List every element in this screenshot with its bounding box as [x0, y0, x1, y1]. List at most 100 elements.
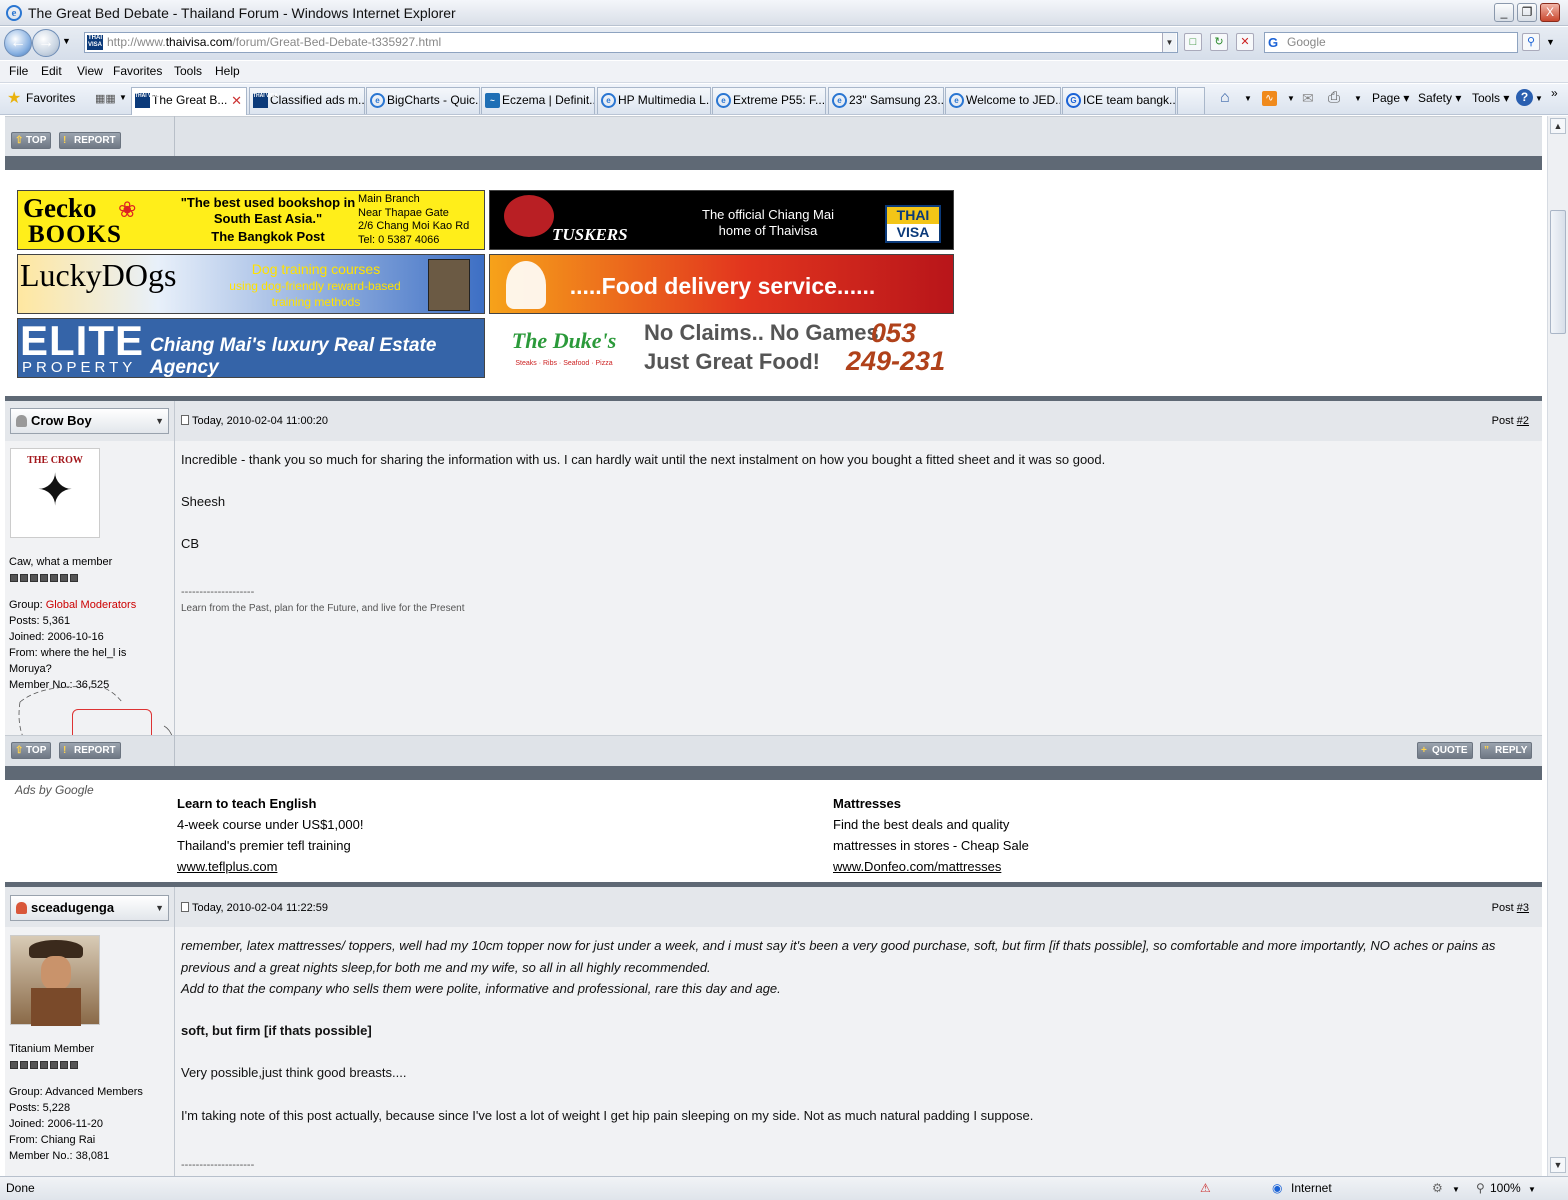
scroll-thumb[interactable]: [1550, 210, 1566, 334]
maximize-button[interactable]: ❐: [1517, 3, 1537, 22]
rss-feed-icon[interactable]: ∿: [1262, 91, 1277, 106]
badge-bottom: VISA: [896, 224, 930, 240]
print-icon[interactable]: ⎙: [1328, 89, 1340, 106]
tuskers-ad[interactable]: TUSKERS The official Chiang Mai home of …: [489, 190, 954, 250]
safety-menu[interactable]: Safety ▾: [1418, 91, 1461, 105]
username: Crow Boy: [31, 413, 92, 428]
protected-mode-icon[interactable]: ⚙: [1432, 1181, 1443, 1195]
tab-eczema[interactable]: ~ Eczema | Definit...: [481, 87, 595, 114]
back-button[interactable]: ←: [4, 29, 32, 57]
gecko-books-ad[interactable]: Gecko ❀ BOOKS "The best used bookshop in…: [17, 190, 485, 250]
help-dropdown-icon[interactable]: ▼: [1535, 94, 1543, 103]
elite-property-ad[interactable]: ELITE PROPERTY Chiang Mai's luxury Real …: [17, 318, 485, 378]
tools-menu[interactable]: Tools ▾: [1472, 91, 1509, 105]
refresh-icon[interactable]: ↻: [1210, 33, 1228, 51]
tab-classified-ads[interactable]: THAI VISA Classified ads m...: [249, 87, 365, 114]
status-text: Done: [6, 1181, 35, 1195]
lucky-dogs-ad[interactable]: LuckyDOgs Dog training courses using dog…: [17, 254, 485, 314]
vertical-scrollbar[interactable]: ▲ ▼: [1547, 116, 1568, 1176]
dukes-ad[interactable]: The Duke's Steaks · Ribs · Seafood · Piz…: [489, 318, 954, 378]
address-line: Main Branch: [358, 193, 420, 205]
tab-welcome-jed[interactable]: e Welcome to JED...: [945, 87, 1061, 114]
ads-by-google-label[interactable]: Ads by Google: [15, 783, 94, 797]
search-options-icon[interactable]: ▼: [1546, 37, 1555, 47]
toolbar-overflow-icon[interactable]: »: [1551, 86, 1558, 100]
feed-dropdown-icon[interactable]: ▼: [1287, 94, 1295, 103]
post-date-text: Today, 2010-02-04 11:00:20: [192, 415, 328, 427]
quote-mark-icon: ”: [1484, 745, 1489, 756]
zoom-level[interactable]: 100%: [1490, 1181, 1521, 1195]
compatibility-view-icon[interactable]: □: [1184, 33, 1202, 51]
favorites-star-icon[interactable]: ★: [7, 88, 21, 108]
stop-icon[interactable]: ✕: [1236, 33, 1254, 51]
signature-separator: --------------------: [181, 1159, 255, 1171]
report-button[interactable]: ! REPORT: [59, 132, 121, 149]
ad-line: mattresses in stores - Cheap Sale: [833, 838, 1029, 853]
google-ad-2[interactable]: Mattresses Find the best deals and quali…: [833, 793, 1029, 877]
avatar[interactable]: THE CROW ✦: [10, 448, 100, 538]
post-date-text: Today, 2010-02-04 11:22:59: [192, 902, 328, 914]
google-icon: G: [1066, 93, 1081, 108]
exclamation-icon: !: [63, 745, 67, 756]
menu-view[interactable]: View: [77, 64, 103, 78]
post-text: Incredible - thank you so much for shari…: [181, 452, 1106, 467]
menu-edit[interactable]: Edit: [41, 64, 62, 78]
mail-icon[interactable]: ✉: [1302, 90, 1314, 107]
username-dropdown[interactable]: sceadugenga ▼: [10, 895, 169, 921]
tab-ice-team[interactable]: G ICE team bangk...: [1062, 87, 1176, 114]
tab-list-dropdown-icon[interactable]: ▼: [119, 93, 127, 102]
address-dropdown-icon[interactable]: ▼: [1162, 33, 1176, 52]
address-input[interactable]: THAI VISA http://www.thaivisa.com/forum/…: [84, 32, 1178, 53]
post-link[interactable]: #2: [1517, 415, 1529, 427]
post-number: Post #2: [1492, 415, 1529, 427]
search-go-icon[interactable]: ⚲: [1522, 33, 1540, 51]
home-icon[interactable]: ⌂: [1220, 89, 1230, 107]
member-rank: Titanium Member: [9, 1043, 95, 1055]
close-window-button[interactable]: X: [1540, 3, 1560, 22]
ad-title: Mattresses: [833, 796, 901, 811]
search-input[interactable]: G Google: [1264, 32, 1518, 53]
tuskers-tagline: The official Chiang Mai home of Thaivisa: [702, 207, 834, 238]
ad-url[interactable]: www.Donfeo.com/mattresses: [833, 859, 1001, 874]
quick-tabs-icon[interactable]: ▦▦: [95, 92, 116, 105]
menu-file[interactable]: File: [9, 64, 28, 78]
zoom-icon[interactable]: ⚲: [1476, 1181, 1485, 1195]
protected-mode-dropdown-icon[interactable]: ▼: [1452, 1185, 1460, 1194]
page-menu[interactable]: Page ▾: [1372, 91, 1409, 105]
google-ad-1[interactable]: Learn to teach English 4-week course und…: [177, 793, 363, 877]
popup-blocker-icon[interactable]: ⚠: [1200, 1181, 1211, 1195]
report-button[interactable]: ! REPORT: [59, 742, 121, 759]
tab-bigcharts[interactable]: e BigCharts - Quic...: [366, 87, 480, 114]
zoom-dropdown-icon[interactable]: ▼: [1528, 1185, 1536, 1194]
menu-help[interactable]: Help: [215, 64, 240, 78]
minimize-button[interactable]: _: [1494, 3, 1514, 22]
ad-url[interactable]: www.teflplus.com: [177, 859, 277, 874]
tab-samsung[interactable]: e 23" Samsung 23...: [828, 87, 944, 114]
print-dropdown-icon[interactable]: ▼: [1354, 94, 1362, 103]
forward-button[interactable]: →: [32, 29, 60, 57]
food-delivery-ad[interactable]: .....Food delivery service......: [489, 254, 954, 314]
username-dropdown[interactable]: Crow Boy ▼: [10, 408, 169, 434]
quote-button[interactable]: + QUOTE: [1417, 742, 1473, 759]
tab-extreme-p55[interactable]: e Extreme P55: F...: [712, 87, 826, 114]
avatar[interactable]: [10, 935, 100, 1026]
window-title: The Great Bed Debate - Thailand Forum - …: [28, 5, 456, 21]
scroll-up-icon[interactable]: ▲: [1550, 118, 1566, 134]
menu-favorites[interactable]: Favorites: [113, 64, 162, 78]
home-dropdown-icon[interactable]: ▼: [1244, 94, 1252, 103]
new-tab-button[interactable]: [1177, 87, 1205, 114]
tab-hp-multimedia[interactable]: e HP Multimedia L...: [597, 87, 711, 114]
tab-great-bed-debate[interactable]: THAI VISA The Great B... ✕: [131, 87, 247, 115]
favorites-button[interactable]: Favorites: [26, 91, 75, 105]
elite-sub: PROPERTY: [22, 359, 137, 376]
post-link[interactable]: #3: [1517, 902, 1529, 914]
close-tab-icon[interactable]: ✕: [231, 88, 242, 113]
ie-logo-icon: e: [6, 5, 22, 21]
top-button[interactable]: ⇧ TOP: [11, 132, 52, 149]
menu-tools[interactable]: Tools: [174, 64, 202, 78]
history-dropdown-icon[interactable]: ▼: [62, 36, 71, 46]
top-button[interactable]: ⇧ TOP: [11, 742, 52, 759]
scroll-down-icon[interactable]: ▼: [1550, 1157, 1566, 1173]
help-icon[interactable]: ?: [1516, 89, 1533, 106]
reply-button[interactable]: ” REPLY: [1480, 742, 1533, 759]
